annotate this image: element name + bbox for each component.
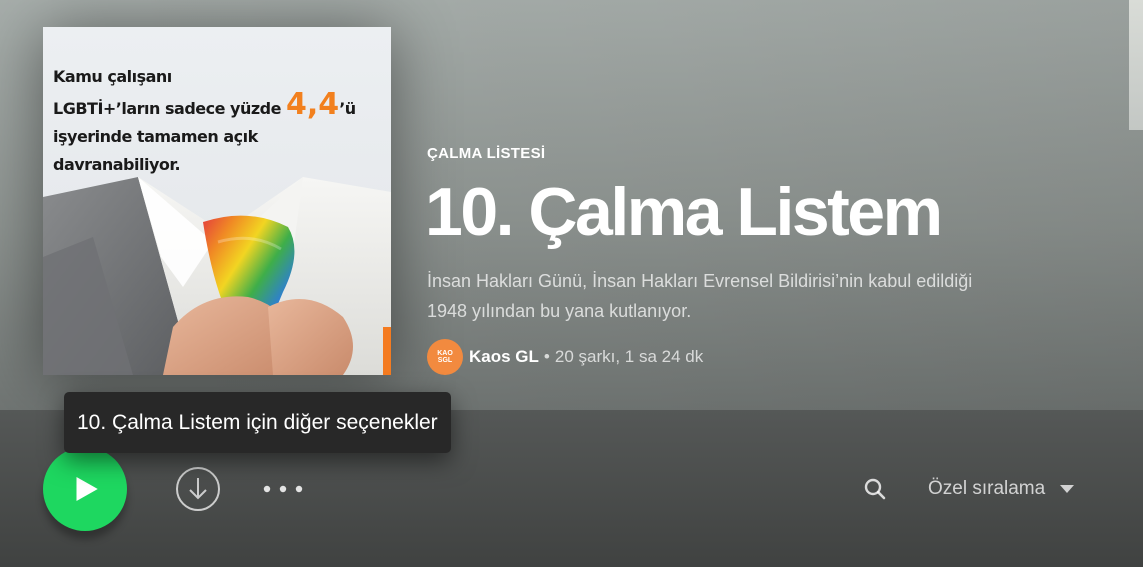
sort-label: Özel sıralama: [928, 478, 1046, 499]
play-icon: [76, 476, 98, 502]
caret-down-icon: [1059, 484, 1075, 494]
playlist-description: İnsan Hakları Günü, İnsan Hakları Evrens…: [427, 266, 1087, 326]
cover-caption-line3: işyerinde tamamen açık davranabiliyor.: [53, 127, 258, 174]
download-button[interactable]: [175, 466, 221, 512]
more-dots-icon: [263, 485, 303, 493]
playlist-stats: 20 şarkı, 1 sa 24 dk: [554, 347, 704, 366]
side-panel-edge: [1129, 0, 1143, 130]
playlist-type-label: ÇALMA LİSTESİ: [427, 145, 546, 162]
cover-caption: Kamu çalışanı LGBTİ+’ların sadece yüzde …: [53, 63, 383, 179]
sort-dropdown[interactable]: Özel sıralama: [928, 474, 1075, 504]
more-options-tooltip: 10. Çalma Listem için diğer seçenekler: [64, 392, 451, 453]
cover-caption-line2-suffix: ’ü: [339, 99, 356, 118]
description-line-1: İnsan Hakları Günü, İnsan Hakları Evrens…: [427, 271, 973, 291]
owner-link[interactable]: Kaos GL: [469, 347, 539, 367]
playlist-meta: KAOSGL Kaos GL • 20 şarkı, 1 sa 24 dk: [427, 339, 703, 375]
cover-caption-line2: LGBTİ+’ların sadece yüzde 4,4’ü: [53, 90, 383, 123]
more-options-button[interactable]: [258, 472, 308, 506]
cover-caption-line2-prefix: LGBTİ+’ların sadece yüzde: [53, 99, 287, 118]
play-button[interactable]: [43, 447, 127, 531]
owner-avatar[interactable]: KAOSGL: [427, 339, 463, 375]
search-in-playlist-button[interactable]: [860, 474, 890, 504]
owner-avatar-logo: KAOSGL: [437, 350, 453, 364]
download-icon: [176, 467, 220, 511]
playlist-cover-image[interactable]: Kamu çalışanı LGBTİ+’ların sadece yüzde …: [43, 27, 391, 375]
search-icon: [864, 478, 886, 500]
description-line-2: 1948 yılından bu yana kutlanıyor.: [427, 301, 692, 321]
playlist-title[interactable]: 10. Çalma Listem: [425, 172, 943, 252]
cover-caption-number: 4,4: [286, 87, 340, 122]
meta-separator: •: [543, 347, 550, 366]
